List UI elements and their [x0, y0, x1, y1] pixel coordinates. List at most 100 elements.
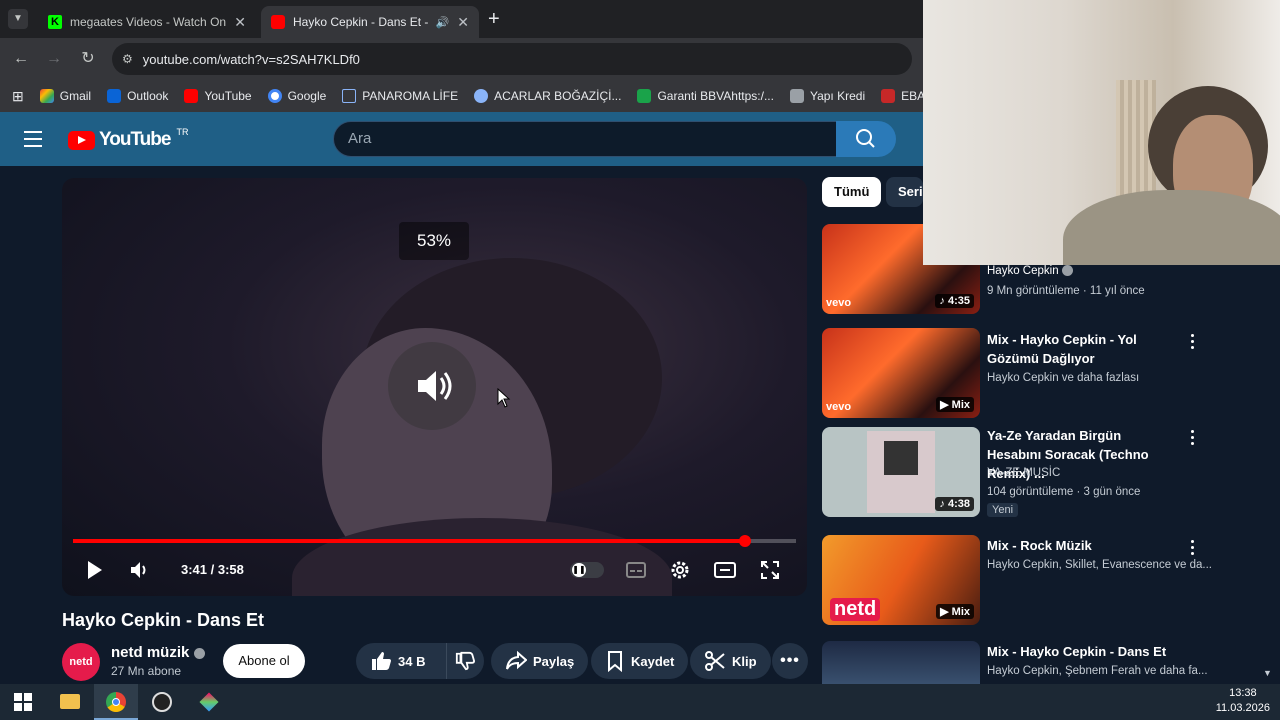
bookmark-label: Garanti BBVAhttps:/... — [657, 89, 774, 103]
autoplay-toggle[interactable]: ❚❚ — [570, 562, 604, 578]
clip-label: Klip — [732, 653, 757, 669]
video-title: Hayko Cepkin - Dans Et — [62, 610, 265, 630]
reload-icon[interactable]: ↻ — [77, 48, 99, 70]
bookmark-google[interactable]: Google — [260, 89, 335, 103]
theater-mode-button[interactable] — [713, 558, 737, 582]
subscribe-button[interactable]: Abone ol — [223, 644, 305, 678]
channel-name[interactable]: netd müzik — [111, 644, 205, 661]
new-tab-button[interactable]: + — [488, 8, 500, 31]
search-input[interactable]: Ara — [333, 121, 837, 157]
menu-icon[interactable] — [24, 131, 42, 147]
like-button[interactable]: 34 B — [356, 643, 448, 679]
back-arrow-icon[interactable]: ← — [10, 48, 32, 70]
related-thumbnail-5[interactable] — [822, 641, 980, 684]
search-button[interactable] — [836, 121, 896, 157]
related-thumbnail-4[interactable]: netd ▶ Mix — [822, 535, 980, 625]
audio-playing-icon[interactable]: 🔊 — [436, 16, 450, 29]
vevo-brand: vevo — [826, 401, 852, 413]
related-title-2[interactable]: Mix - Hayko Cepkin - Yol Gözümü Dağlıyor — [987, 330, 1172, 368]
mute-button[interactable] — [128, 558, 152, 582]
bookmark-garanti[interactable]: Garanti BBVAhttps:/... — [629, 89, 782, 103]
more-vertical-icon[interactable] — [1188, 334, 1196, 352]
verified-icon — [1061, 265, 1073, 277]
more-vertical-icon[interactable] — [1188, 430, 1196, 448]
duration-badge: ♪ 4:38 — [935, 497, 974, 511]
share-button[interactable]: Paylaş — [491, 643, 589, 679]
tab-search-button[interactable]: ▼ — [8, 9, 28, 29]
more-vertical-icon[interactable] — [1188, 540, 1196, 558]
pause-toggle-icon: ❚❚ — [572, 563, 586, 577]
more-horizontal-icon: ••• — [780, 652, 800, 669]
related-thumbnail-3[interactable]: ♪ 4:38 — [822, 427, 980, 517]
play-button[interactable] — [82, 558, 106, 582]
volume-percent-overlay: 53% — [399, 222, 469, 260]
forward-arrow-icon[interactable]: → — [43, 48, 65, 70]
windows-start-icon[interactable] — [14, 693, 32, 711]
bookmark-label: Outlook — [127, 89, 169, 103]
site-info-icon[interactable]: ⚙ — [122, 52, 133, 66]
share-label: Paylaş — [533, 653, 575, 669]
related-title-5[interactable]: Mix - Hayko Cepkin - Dans Et — [987, 642, 1172, 661]
bookmark-acarlar[interactable]: ACARLAR BOĞAZİÇİ... — [466, 89, 629, 103]
related-channel-4[interactable]: Hayko Cepkin, Skillet, Evanescence ve da… — [987, 559, 1212, 571]
bookmark-gmail[interactable]: Gmail — [32, 89, 99, 103]
bookmark-label: Yapı Kredi — [809, 89, 866, 103]
url-text: youtube.com/watch?v=s2SAH7KLDf0 — [142, 51, 360, 67]
bookmark-label: Gmail — [59, 89, 92, 103]
webcam-overlay — [923, 0, 1280, 265]
related-channel-3[interactable]: YA-ZE MUSİC — [987, 467, 1060, 479]
chip-all[interactable]: Tümü — [822, 177, 882, 207]
gear-icon — [671, 561, 689, 579]
bookmark-yapikredi[interactable]: Yapı Kredi — [782, 89, 873, 103]
browser-toolbar: ← → ↻ ⚙ youtube.com/watch?v=s2SAH7KLDf0 — [0, 38, 923, 80]
search-icon — [856, 129, 875, 148]
bookmark-label: PANAROMA LİFE — [362, 89, 459, 103]
region-code: TR — [176, 127, 189, 137]
close-tab-icon[interactable]: ✕ — [457, 14, 469, 31]
related-title-4[interactable]: Mix - Rock Müzik — [987, 536, 1172, 555]
speaker-icon — [418, 371, 452, 401]
apps-grid-icon[interactable]: ⊞ — [0, 88, 32, 105]
related-thumbnail-2[interactable]: vevo ▶ Mix — [822, 328, 980, 418]
youtube-logo[interactable]: YouTube TR — [68, 127, 189, 151]
tab-megaates[interactable]: K megaates Videos - Watch On-D ✕ — [38, 6, 256, 38]
bookmark-youtube[interactable]: YouTube — [176, 89, 259, 103]
bookmark-panaroma[interactable]: PANAROMA LİFE — [334, 89, 466, 103]
subtitles-button[interactable] — [624, 558, 648, 582]
address-bar[interactable]: ⚙ youtube.com/watch?v=s2SAH7KLDf0 — [112, 43, 912, 75]
chrome-taskbar-button[interactable] — [94, 684, 138, 720]
vevo-brand: vevo — [826, 297, 852, 309]
tab-youtube[interactable]: Hayko Cepkin - Dans Et - Yo 🔊 ✕ — [261, 6, 479, 38]
file-explorer-icon[interactable] — [60, 694, 80, 709]
close-tab-icon[interactable]: ✕ — [234, 14, 246, 31]
video-player[interactable]: 53% 3:41 / 3:58 ❚❚ — [62, 178, 807, 596]
scroll-down-arrow-icon[interactable]: ▼ — [1263, 668, 1272, 678]
gmail-icon — [39, 89, 54, 103]
channel-avatar[interactable]: netd — [62, 643, 100, 681]
album-art-photo — [884, 441, 918, 475]
mix-badge: ▶ Mix — [936, 604, 974, 619]
acarlar-icon — [474, 89, 489, 103]
progress-bar[interactable] — [73, 535, 796, 547]
youtube-play-logo-icon — [68, 130, 95, 150]
dislike-button[interactable] — [446, 643, 484, 679]
chip-series[interactable]: Seri — [886, 177, 923, 207]
clip-button[interactable]: Klip — [690, 643, 771, 679]
related-channel-2[interactable]: Hayko Cepkin ve daha fazlası — [987, 372, 1139, 384]
app-cube-icon[interactable] — [199, 692, 219, 712]
obs-icon[interactable] — [152, 692, 172, 712]
more-actions-button[interactable]: ••• — [772, 643, 808, 679]
eba-icon — [881, 89, 896, 103]
save-button[interactable]: Kaydet — [591, 643, 689, 679]
settings-button[interactable] — [668, 558, 692, 582]
mix-badge: ▶ Mix — [936, 397, 974, 412]
related-channel-1[interactable]: Hayko Cepkin — [987, 265, 1073, 277]
related-channel-5[interactable]: Hayko Cepkin, Şebnem Ferah ve daha fa... — [987, 665, 1208, 677]
bookmark-outlook[interactable]: Outlook — [99, 89, 176, 103]
fullscreen-button[interactable] — [758, 558, 782, 582]
bookmark-label: ACARLAR BOĞAZİÇİ... — [494, 89, 622, 103]
progress-scrubber[interactable] — [739, 535, 752, 547]
share-arrow-icon — [506, 650, 527, 670]
taskbar-clock[interactable]: 13:38 11.03.2026 — [1216, 686, 1270, 716]
netd-brand: netd — [830, 598, 881, 621]
